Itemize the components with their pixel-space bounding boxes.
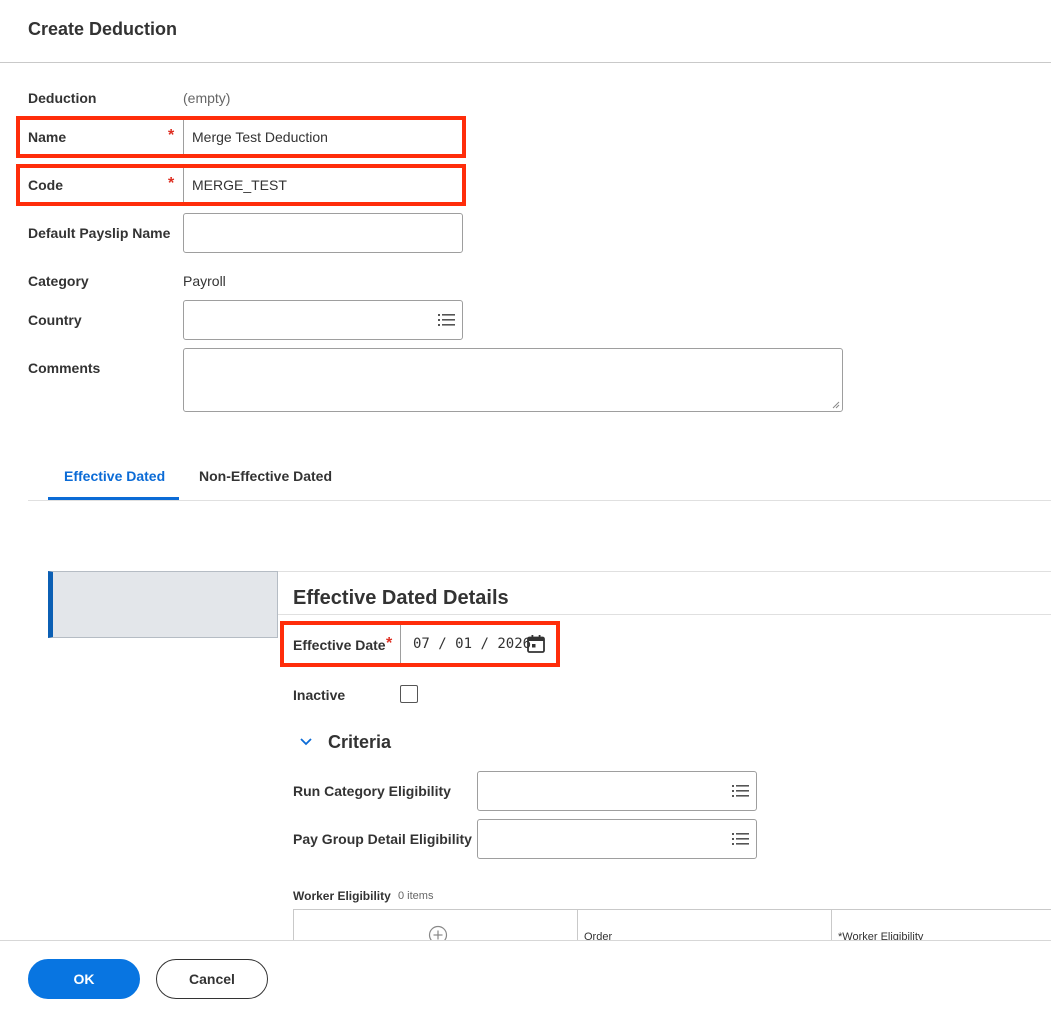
calendar-icon[interactable] [526, 634, 546, 654]
details-top-rule [278, 571, 1051, 572]
cancel-button[interactable]: Cancel [156, 959, 268, 999]
run-category-label: Run Category Eligibility [293, 783, 451, 799]
chevron-down-icon[interactable] [299, 737, 313, 747]
date-separator: / [480, 636, 489, 652]
name-required-marker: * [168, 127, 175, 144]
tab-effective-dated[interactable]: Effective Dated [64, 468, 165, 484]
header-divider [0, 62, 1051, 63]
name-input[interactable]: Merge Test Deduction [192, 129, 328, 145]
worker-eligibility-count: 0 items [398, 890, 434, 902]
name-label: Name [28, 129, 67, 145]
tab-non-effective-dated[interactable]: Non-Effective Dated [199, 468, 332, 484]
list-icon[interactable] [732, 832, 749, 846]
pay-group-prompt[interactable] [477, 819, 757, 859]
country-prompt[interactable] [183, 300, 463, 340]
inactive-label: Inactive [293, 687, 346, 703]
ok-button[interactable]: OK [28, 959, 140, 999]
details-title: Effective Dated Details [293, 587, 509, 609]
code-label: Code [28, 177, 63, 193]
name-field-border [183, 120, 184, 154]
code-input[interactable]: MERGE_TEST [192, 177, 287, 193]
effective-date-list-item[interactable] [48, 571, 278, 638]
category-label: Category [28, 273, 89, 289]
effective-date-required-marker: * [386, 635, 393, 652]
dialog-footer: OK Cancel [0, 940, 1051, 1012]
dialog-title: Create Deduction [28, 19, 178, 39]
worker-eligibility-label: Worker Eligibility [293, 889, 391, 903]
tabs-divider [28, 500, 1051, 501]
comments-label: Comments [28, 360, 101, 376]
deduction-label: Deduction [28, 90, 97, 106]
country-label: Country [28, 312, 82, 328]
comments-textarea[interactable] [183, 348, 843, 412]
code-required-marker: * [168, 175, 175, 192]
date-day[interactable]: 01 [455, 636, 472, 652]
date-separator: / [438, 636, 447, 652]
deduction-value: (empty) [183, 90, 231, 106]
effective-date-field-border [400, 625, 401, 663]
date-month[interactable]: 07 [413, 636, 430, 652]
pay-group-label: Pay Group Detail Eligibility [293, 831, 472, 847]
resize-handle-icon[interactable] [832, 401, 840, 409]
payslip-input[interactable] [183, 213, 463, 253]
inactive-checkbox[interactable] [400, 685, 418, 703]
list-icon[interactable] [438, 313, 455, 327]
effective-date-label: Effective Date [293, 637, 386, 653]
details-title-rule [278, 614, 1051, 615]
run-category-prompt[interactable] [477, 771, 757, 811]
category-value: Payroll [183, 273, 226, 289]
code-field-border [183, 168, 184, 202]
payslip-label: Default Payslip Name [28, 225, 171, 241]
criteria-title[interactable]: Criteria [328, 732, 391, 753]
list-icon[interactable] [732, 784, 749, 798]
effective-date-input[interactable]: 07 / 01 / 2026 [413, 636, 531, 652]
